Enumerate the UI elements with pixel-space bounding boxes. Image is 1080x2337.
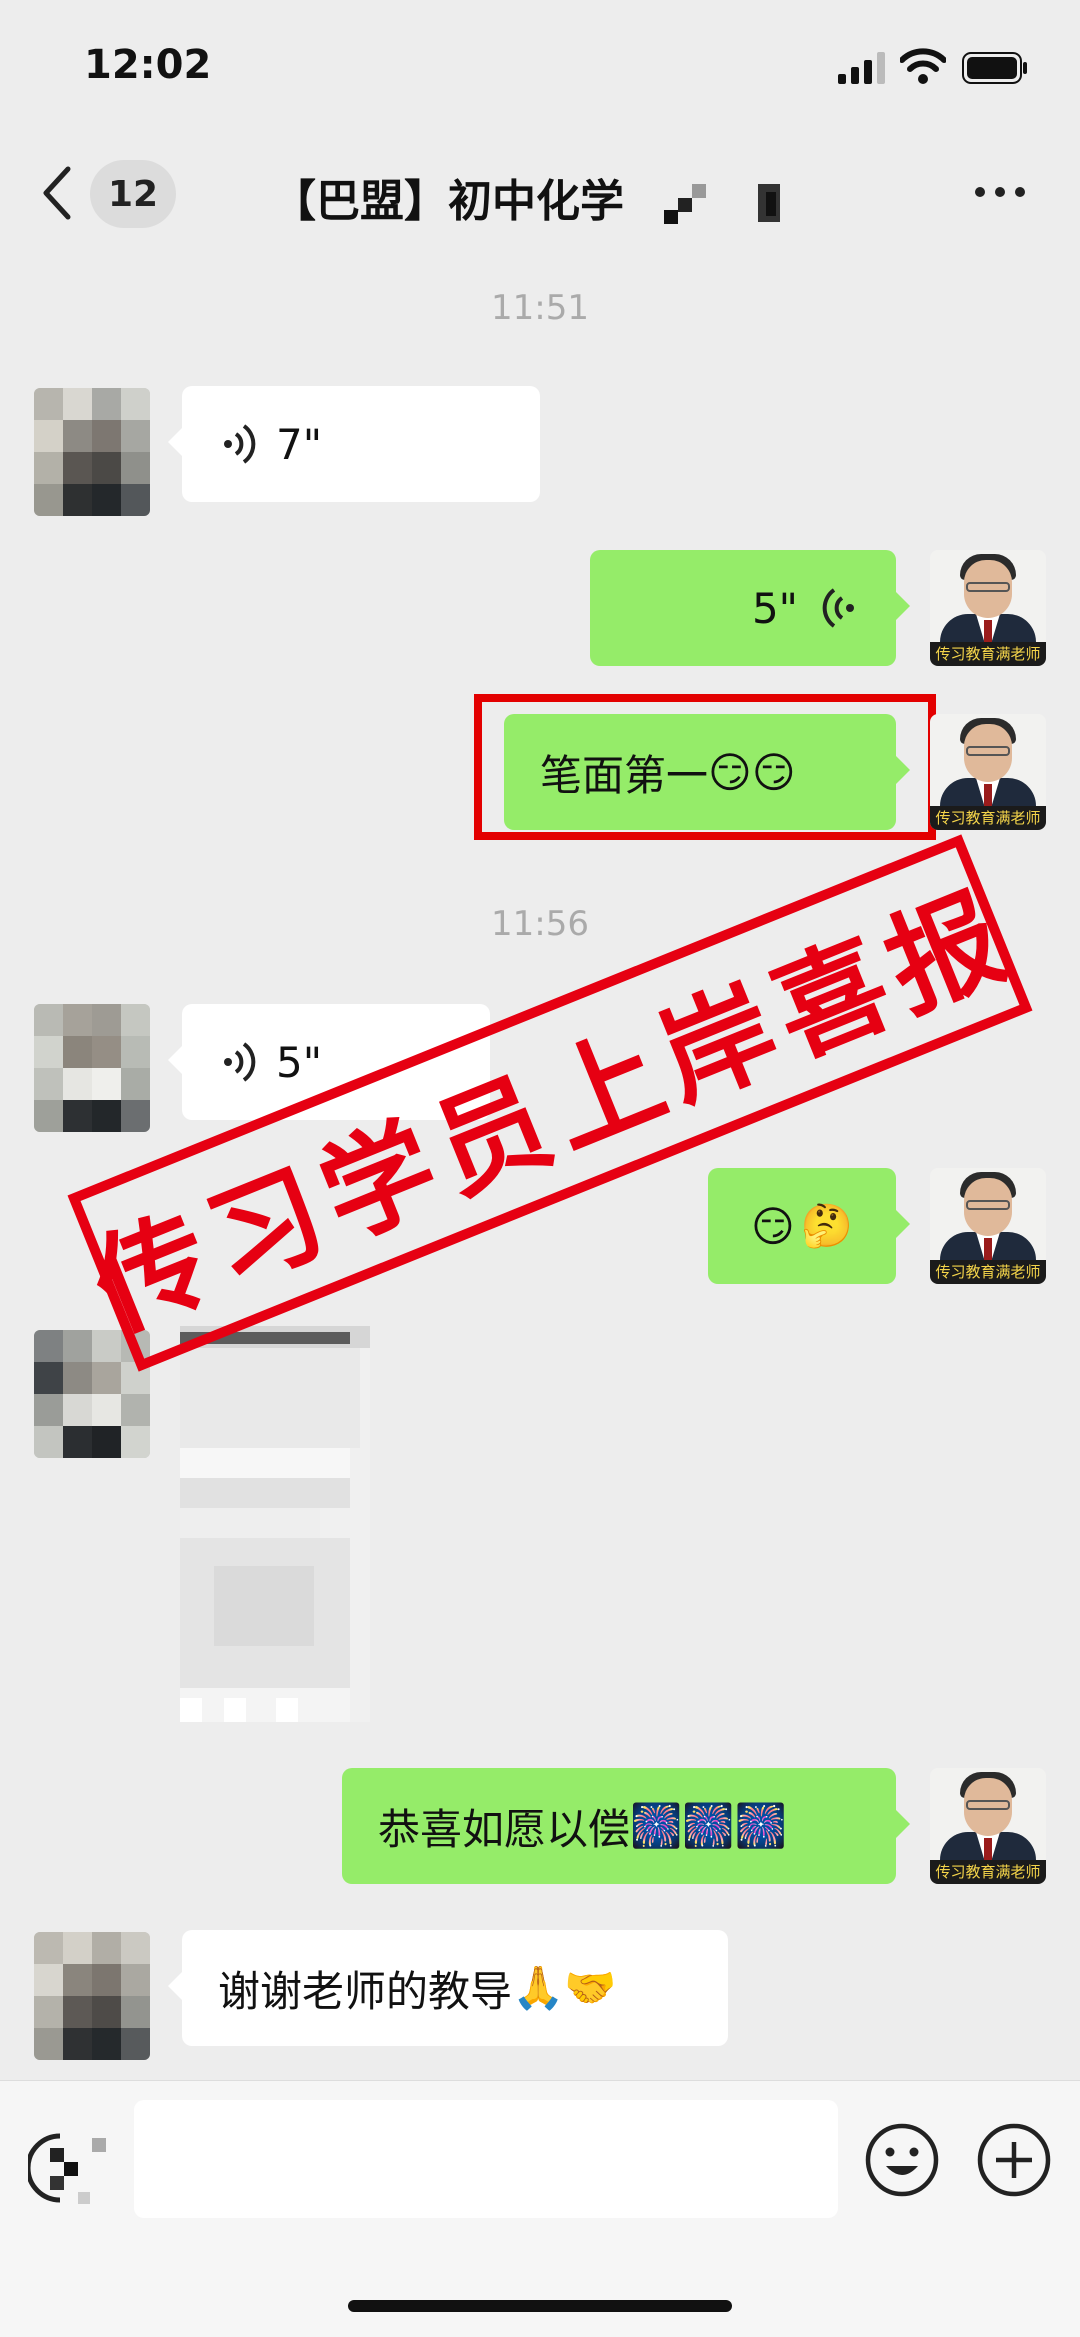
chat-title: 【巴盟】初中化学 (272, 176, 624, 227)
voice-playback-icon (822, 588, 854, 628)
text-message-bubble[interactable]: 谢谢老师的教导 🙏 🤝 (168, 1930, 728, 2046)
voice-message-bubble[interactable]: 7" (168, 386, 540, 502)
emoji-picker-icon[interactable] (864, 2122, 940, 2198)
pray-emoji-icon: 🙏 (512, 1963, 565, 2012)
emoji-message-bubble[interactable]: 😏 🤔 (708, 1168, 910, 1284)
smirk-emoji-icon: 😏 (750, 1201, 795, 1251)
text-message-bubble[interactable]: 恭喜如愿以偿 🎆 🎆 🎆 (342, 1768, 910, 1884)
message-text: 谢谢老师的教导 (218, 1966, 513, 2016)
thinking-emoji-icon: 🤔 (800, 1201, 854, 1250)
back-icon[interactable] (40, 165, 74, 221)
contact-avatar[interactable] (34, 1004, 150, 1132)
fireworks-emoji-icon: 🎆 (734, 1801, 787, 1850)
teacher-avatar[interactable]: 传习教育满老师 (930, 550, 1046, 666)
teacher-avatar[interactable]: 传习教育满老师 (930, 1168, 1046, 1284)
voice-duration: 5" (751, 583, 798, 633)
highlight-box (474, 694, 936, 840)
voice-message-bubble[interactable]: 5" (590, 550, 910, 666)
message-input[interactable] (134, 2100, 838, 2218)
more-options-icon[interactable] (972, 182, 1028, 202)
voice-duration: 7" (276, 419, 323, 469)
teacher-avatar[interactable]: 传习教育满老师 (930, 714, 1046, 830)
battery-icon (962, 52, 1027, 84)
title-redaction-mosaic (664, 184, 780, 224)
wifi-icon (900, 48, 946, 84)
unread-count-badge[interactable]: 12 (90, 160, 176, 228)
voice-input-toggle-icon[interactable] (28, 2126, 118, 2210)
cellular-signal-icon (838, 52, 885, 84)
handshake-emoji-icon: 🤝 (564, 1963, 617, 2012)
image-message-thumbnail[interactable] (180, 1326, 370, 1722)
contact-avatar[interactable] (34, 1932, 150, 2060)
voice-duration: 5" (276, 1037, 323, 1087)
voice-playback-icon (224, 424, 256, 464)
message-text: 恭喜如愿以偿 (378, 1804, 631, 1854)
teacher-avatar[interactable]: 传习教育满老师 (930, 1768, 1046, 1884)
fireworks-emoji-icon: 🎆 (682, 1801, 735, 1850)
contact-avatar[interactable] (34, 388, 150, 516)
fireworks-emoji-icon: 🎆 (630, 1801, 683, 1850)
status-time: 12:02 (84, 42, 212, 88)
time-separator: 11:51 (491, 288, 589, 328)
voice-playback-icon (224, 1042, 256, 1082)
more-functions-plus-icon[interactable] (976, 2122, 1052, 2198)
home-indicator (348, 2300, 732, 2312)
